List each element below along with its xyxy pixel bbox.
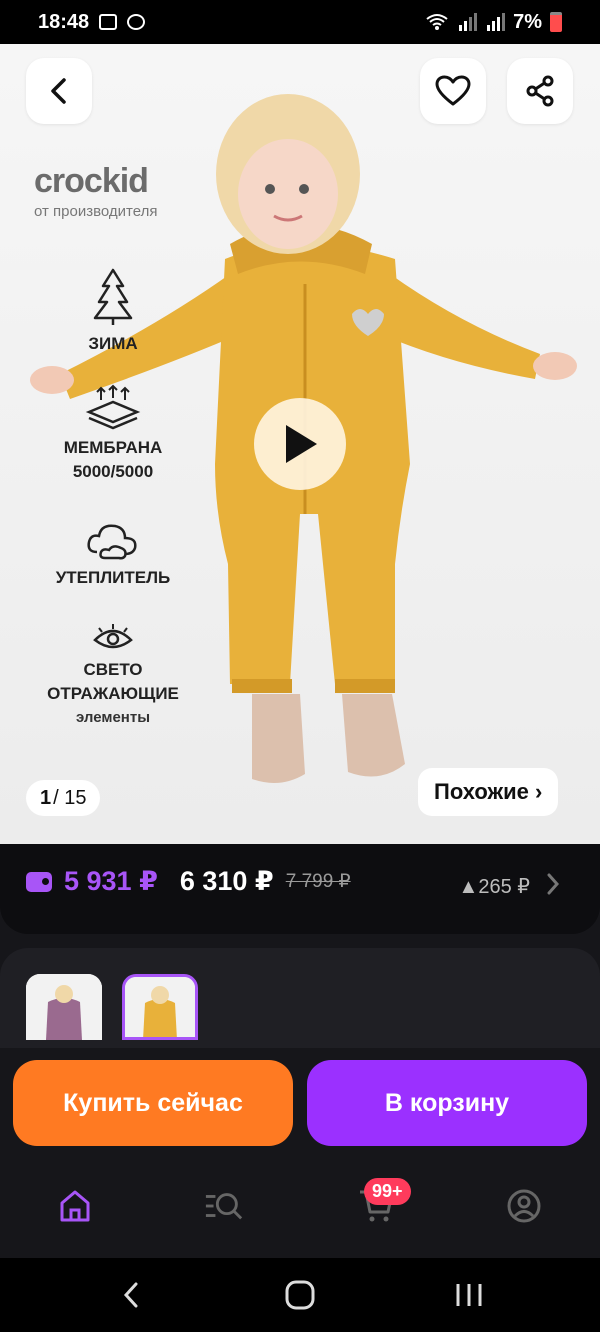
- brand-subtitle: от производителя: [34, 203, 158, 220]
- play-icon: [286, 425, 317, 463]
- share-icon: [526, 75, 554, 107]
- image-counter-total: / 15: [53, 786, 87, 809]
- play-video-button[interactable]: [254, 398, 346, 490]
- image-counter-current: 1: [40, 786, 52, 809]
- variant-thumb-yellow-image: [125, 977, 195, 1037]
- catalog-search-icon: [205, 1193, 243, 1220]
- feature-insulation: УТЕПЛИТЕЛЬ: [28, 520, 198, 590]
- wallet-price: 5 931 ₽: [64, 866, 158, 896]
- brand-block: crockid от производителя: [34, 162, 204, 220]
- add-to-cart-button[interactable]: В корзину: [307, 1060, 587, 1146]
- eye-icon: [93, 624, 133, 649]
- buy-now-button[interactable]: Купить сейчас: [13, 1060, 293, 1146]
- battery-icon: [550, 12, 562, 32]
- price-delta: ▲265 ₽: [458, 876, 530, 898]
- membrane-icon: [85, 384, 141, 430]
- feature-insulation-label: УТЕПЛИТЕЛЬ: [55, 568, 171, 587]
- feature-reflective: СВЕТО ОТРАЖАЮЩИЕ элементы: [28, 624, 198, 730]
- status-time: 18:48: [38, 10, 90, 33]
- signal-icon-2: [487, 13, 506, 31]
- color-variants: [0, 948, 600, 1048]
- similar-button[interactable]: Похожие ›: [418, 768, 559, 816]
- image-counter: 1 / 15: [26, 780, 101, 816]
- nav-back-icon[interactable]: [120, 1280, 142, 1310]
- system-nav-bar: [0, 1258, 600, 1332]
- nav-recents-icon[interactable]: [454, 1280, 484, 1310]
- chevron-right-icon: [547, 873, 560, 895]
- action-buttons: Купить сейчас В корзину: [0, 1048, 600, 1158]
- back-button[interactable]: [26, 58, 92, 124]
- cloud-icon: [87, 524, 137, 560]
- wallet-icon: [26, 871, 52, 892]
- favorite-button[interactable]: [420, 58, 486, 124]
- heart-icon: [435, 75, 471, 106]
- bottom-tab-bar: 99+: [0, 1158, 600, 1258]
- product-image-gallery[interactable]: crockid от производителя ЗИМА МЕМБРАНА 5…: [0, 44, 600, 844]
- variant-thumb-yellow[interactable]: [122, 974, 198, 1040]
- chevron-left-icon: [51, 78, 66, 104]
- signal-icon: [459, 13, 478, 31]
- feature-membrane: МЕМБРАНА 5000/5000: [28, 384, 198, 484]
- variant-thumb-purple[interactable]: [26, 974, 102, 1040]
- tab-profile[interactable]: [504, 1186, 544, 1226]
- old-price: 7 799 ₽: [285, 871, 351, 892]
- whatsapp-icon: [127, 14, 146, 30]
- feature-reflective-label-3: элементы: [75, 709, 151, 726]
- tab-home[interactable]: [55, 1186, 95, 1226]
- share-button[interactable]: [507, 58, 573, 124]
- feature-reflective-label-2: ОТРАЖАЮЩИЕ: [47, 684, 179, 703]
- battery-percent: 7%: [513, 10, 542, 33]
- regular-price: 6 310 ₽: [179, 866, 274, 896]
- brand-logo: crockid: [34, 162, 149, 200]
- status-bar: 18:48 7%: [0, 0, 600, 44]
- home-icon: [60, 1190, 90, 1222]
- cart-badge: 99+: [364, 1178, 411, 1205]
- profile-icon: [507, 1189, 541, 1223]
- wifi-icon: [426, 14, 448, 30]
- feature-membrane-label: МЕМБРАНА 5000/5000: [63, 438, 163, 481]
- feature-winter-label: ЗИМА: [88, 334, 138, 353]
- snow-tree-icon: [93, 268, 133, 325]
- nav-home-icon[interactable]: [284, 1280, 316, 1310]
- price-card[interactable]: 5 931 ₽ 6 310 ₽ 7 799 ₽ ▲265 ₽: [0, 844, 600, 934]
- feature-reflective-label-1: СВЕТО: [83, 660, 143, 679]
- gallery-icon: [99, 14, 118, 30]
- variant-thumb-purple-image: [26, 974, 102, 1040]
- feature-winter: ЗИМА: [28, 268, 198, 356]
- tab-catalog[interactable]: [204, 1186, 244, 1226]
